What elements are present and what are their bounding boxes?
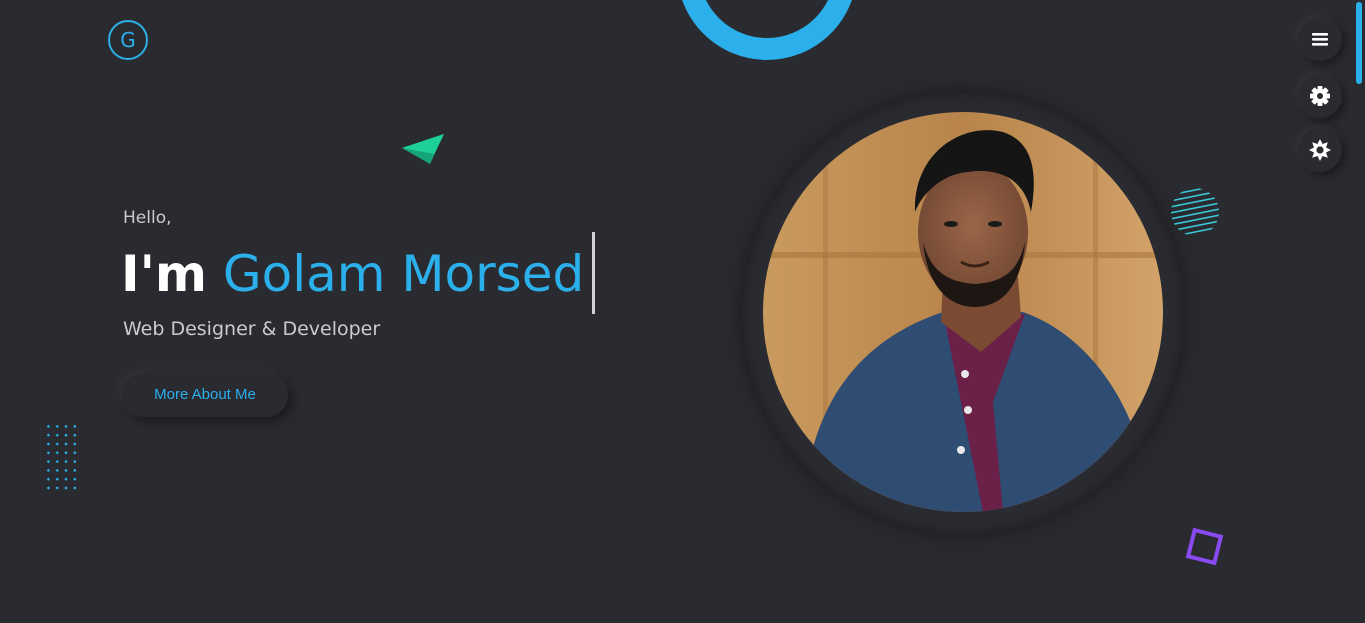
menu-icon: [1312, 33, 1328, 46]
greeting: Hello,: [123, 208, 172, 228]
role-subtitle: Web Designer & Developer: [123, 318, 381, 340]
typing-caret: [592, 232, 595, 314]
dot-grid-decoration: [44, 422, 80, 492]
menu-button[interactable]: [1298, 17, 1342, 61]
headline-prefix: I'm: [121, 245, 208, 303]
scrollbar[interactable]: [1353, 0, 1365, 623]
headline-name: Golam Morsed: [222, 245, 585, 303]
settings-button[interactable]: [1298, 74, 1342, 118]
more-about-me-button[interactable]: More About Me: [122, 373, 288, 417]
square-decoration: [1185, 527, 1224, 566]
decorative-ring: [677, 0, 857, 60]
avatar: [763, 112, 1163, 512]
logo[interactable]: G: [108, 20, 148, 60]
theme-toggle-button[interactable]: [1298, 128, 1342, 172]
scrollbar-thumb[interactable]: [1356, 2, 1362, 84]
hatched-circle-decoration: [1171, 188, 1219, 236]
theme-toggle-icon: [1309, 139, 1331, 161]
headline: I'm Golam Morsed: [121, 244, 584, 304]
triangle-decoration: [402, 134, 444, 164]
portfolio-page: G Hello, I'm Golam Morsed Web Designer &…: [0, 0, 1365, 623]
settings-gear-icon: [1310, 86, 1330, 106]
